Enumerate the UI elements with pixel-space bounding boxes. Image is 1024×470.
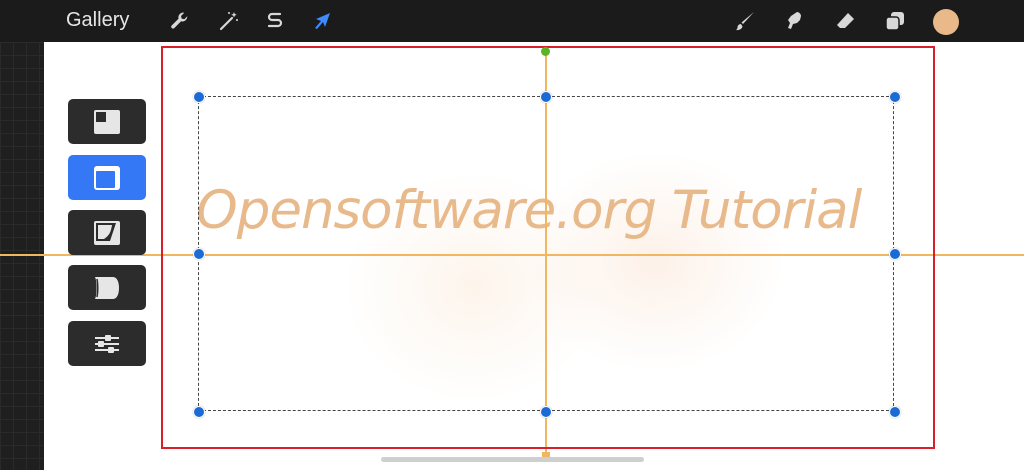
- smudge-icon[interactable]: [784, 10, 806, 32]
- warp-icon: [95, 276, 119, 299]
- transform-bounding-box[interactable]: [198, 96, 894, 411]
- resize-handle-top[interactable]: [540, 91, 552, 103]
- background-grid: [0, 42, 44, 470]
- selection-s-icon[interactable]: [264, 10, 286, 32]
- resize-handle-right[interactable]: [889, 248, 901, 260]
- top-toolbar: Gallery: [0, 0, 1024, 42]
- resize-handle-bottom-left[interactable]: [193, 406, 205, 418]
- resize-handle-top-left[interactable]: [193, 91, 205, 103]
- magic-wand-icon[interactable]: [218, 10, 240, 32]
- settings-sliders-icon: [95, 334, 119, 353]
- wrench-icon[interactable]: [169, 10, 191, 32]
- brush-icon[interactable]: [734, 10, 756, 32]
- warp-button[interactable]: [68, 265, 146, 310]
- rotate-handle[interactable]: [541, 47, 550, 56]
- distort-icon: [94, 220, 120, 245]
- resize-handle-top-right[interactable]: [889, 91, 901, 103]
- transform-settings-button[interactable]: [68, 321, 146, 366]
- home-indicator[interactable]: [381, 457, 644, 462]
- snap-top-right-button[interactable]: [68, 155, 146, 200]
- color-swatch[interactable]: [933, 9, 959, 35]
- snap-left-icon: [94, 109, 120, 134]
- eraser-icon[interactable]: [834, 10, 856, 32]
- resize-handle-bottom[interactable]: [540, 406, 552, 418]
- resize-handle-bottom-right[interactable]: [889, 406, 901, 418]
- gallery-button[interactable]: Gallery: [66, 9, 129, 32]
- snap-left-button[interactable]: [68, 99, 146, 144]
- arrow-cursor-icon[interactable]: [311, 10, 333, 32]
- distort-button[interactable]: [68, 210, 146, 255]
- snap-top-right-icon: [94, 165, 120, 190]
- layers-icon[interactable]: [884, 10, 906, 32]
- resize-handle-left[interactable]: [193, 248, 205, 260]
